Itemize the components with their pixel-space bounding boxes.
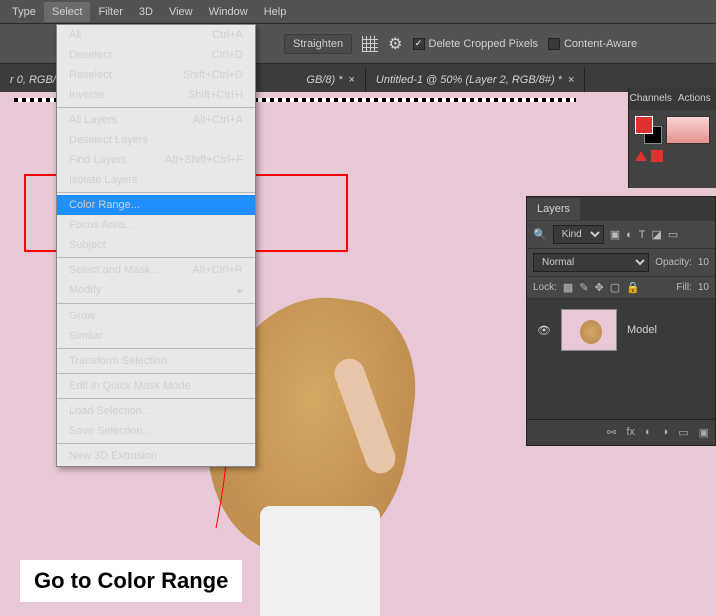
menu-item-all[interactable]: AllCtrl+A: [57, 25, 255, 45]
menu-select[interactable]: Select: [44, 2, 91, 22]
color-swatches[interactable]: [635, 116, 662, 144]
mask-icon[interactable]: ◐: [645, 426, 652, 439]
menu-item-modify[interactable]: Modify▸: [57, 280, 255, 301]
menu-help[interactable]: Help: [256, 2, 295, 22]
opacity-label: Opacity:: [655, 257, 692, 268]
straighten-button[interactable]: Straighten: [284, 34, 352, 54]
filter-type-icon[interactable]: T: [639, 229, 646, 241]
close-icon[interactable]: ×: [348, 74, 354, 86]
visibility-icon[interactable]: 👁: [537, 324, 551, 337]
layer-name[interactable]: Model: [627, 324, 657, 336]
actions-tab[interactable]: Actions: [673, 88, 716, 110]
delete-cropped-checkbox[interactable]: [413, 38, 425, 50]
layers-panel: Layers 🔍 Kind ▣ ◐ T ◪ ▭ Normal Opacity: …: [526, 196, 716, 446]
document-tab[interactable]: Untitled-1 @ 50% (Layer 2, RGB/8#) *×: [366, 68, 585, 92]
menu-item-edit-in-quick-mask-mode[interactable]: Edit in Quick Mask Mode: [57, 376, 255, 396]
menu-window[interactable]: Window: [201, 2, 256, 22]
color-gradient[interactable]: [666, 116, 710, 144]
group-icon[interactable]: ▭: [678, 426, 688, 439]
menu-item-color-range[interactable]: Color Range...: [57, 195, 255, 215]
search-icon[interactable]: 🔍: [533, 228, 547, 241]
right-panel: Channels Actions: [628, 88, 716, 188]
lock-all-icon[interactable]: 🔒: [626, 281, 640, 294]
menu-item-save-selection: Save Selection...: [57, 421, 255, 441]
blend-mode-select[interactable]: Normal: [533, 253, 649, 272]
menu-item-focus-area[interactable]: Focus Area...: [57, 215, 255, 235]
menu-view[interactable]: View: [161, 2, 201, 22]
close-icon[interactable]: ×: [568, 74, 574, 86]
menu-item-all-layers[interactable]: All LayersAlt+Ctrl+A: [57, 110, 255, 130]
menu-item-grow: Grow: [57, 306, 255, 326]
filter-pixel-icon[interactable]: ▣: [610, 228, 620, 241]
menu-item-select-and-mask[interactable]: Select and Mask...Alt+Ctrl+R: [57, 260, 255, 280]
menu-item-inverse[interactable]: InverseShift+Ctrl+I: [57, 85, 255, 105]
menu-item-new-3d-extrusion: New 3D Extrusion: [57, 446, 255, 466]
menu-item-deselect-layers[interactable]: Deselect Layers: [57, 130, 255, 150]
menu-3d[interactable]: 3D: [131, 2, 161, 22]
fill-value[interactable]: 10: [698, 282, 709, 293]
grid-overlay-icon[interactable]: [362, 36, 378, 52]
lock-transparency-icon[interactable]: ▩: [563, 281, 573, 294]
filter-shape-icon[interactable]: ◪: [652, 228, 662, 241]
opacity-value[interactable]: 10: [698, 257, 709, 268]
adjustment-icon[interactable]: ◑: [662, 426, 669, 439]
gear-icon[interactable]: ⚙: [388, 34, 402, 54]
menu-item-transform-selection: Transform Selection: [57, 351, 255, 371]
color-chip[interactable]: [651, 150, 663, 162]
filter-smart-icon[interactable]: ▭: [668, 228, 678, 241]
layers-footer: ⚯ fx ◐ ◑ ▭ ▣: [527, 419, 715, 445]
layers-tab[interactable]: Layers: [527, 198, 580, 220]
menu-item-find-layers[interactable]: Find LayersAlt+Shift+Ctrl+F: [57, 150, 255, 170]
content-aware-label: Content-Aware: [564, 38, 637, 50]
menu-item-reselect[interactable]: ReselectShift+Ctrl+D: [57, 65, 255, 85]
filter-kind-select[interactable]: Kind: [553, 225, 604, 244]
document-tab[interactable]: GB/8) *×: [296, 68, 366, 92]
menu-type[interactable]: Type: [4, 2, 44, 22]
warning-icon: [635, 151, 647, 161]
delete-cropped-label: Delete Cropped Pixels: [429, 38, 538, 50]
menu-filter[interactable]: Filter: [90, 2, 130, 22]
link-layers-icon[interactable]: ⚯: [607, 426, 616, 439]
menu-item-similar: Similar: [57, 326, 255, 346]
menubar: Type Select Filter 3D View Window Help: [0, 0, 716, 24]
layer-row[interactable]: 👁 Model: [533, 305, 709, 355]
lock-label: Lock:: [533, 282, 557, 293]
fill-label: Fill:: [676, 282, 692, 293]
filter-adjust-icon[interactable]: ◐: [626, 229, 633, 241]
lock-artboard-icon[interactable]: ▢: [610, 281, 620, 294]
menu-item-subject[interactable]: Subject: [57, 235, 255, 255]
annotation-text: Go to Color Range: [20, 560, 242, 602]
lock-position-icon[interactable]: ✥: [595, 281, 604, 294]
menu-item-deselect[interactable]: DeselectCtrl+D: [57, 45, 255, 65]
select-menu-dropdown: AllCtrl+ADeselectCtrl+DReselectShift+Ctr…: [56, 24, 256, 467]
channels-tab[interactable]: Channels: [629, 88, 673, 110]
new-layer-icon[interactable]: ▣: [699, 426, 709, 439]
lock-brush-icon[interactable]: ✎: [579, 281, 588, 294]
menu-item-load-selection[interactable]: Load Selection...: [57, 401, 255, 421]
layer-thumbnail[interactable]: [561, 309, 617, 351]
menu-item-isolate-layers[interactable]: Isolate Layers: [57, 170, 255, 190]
content-aware-checkbox[interactable]: [548, 38, 560, 50]
fx-icon[interactable]: fx: [626, 426, 635, 439]
